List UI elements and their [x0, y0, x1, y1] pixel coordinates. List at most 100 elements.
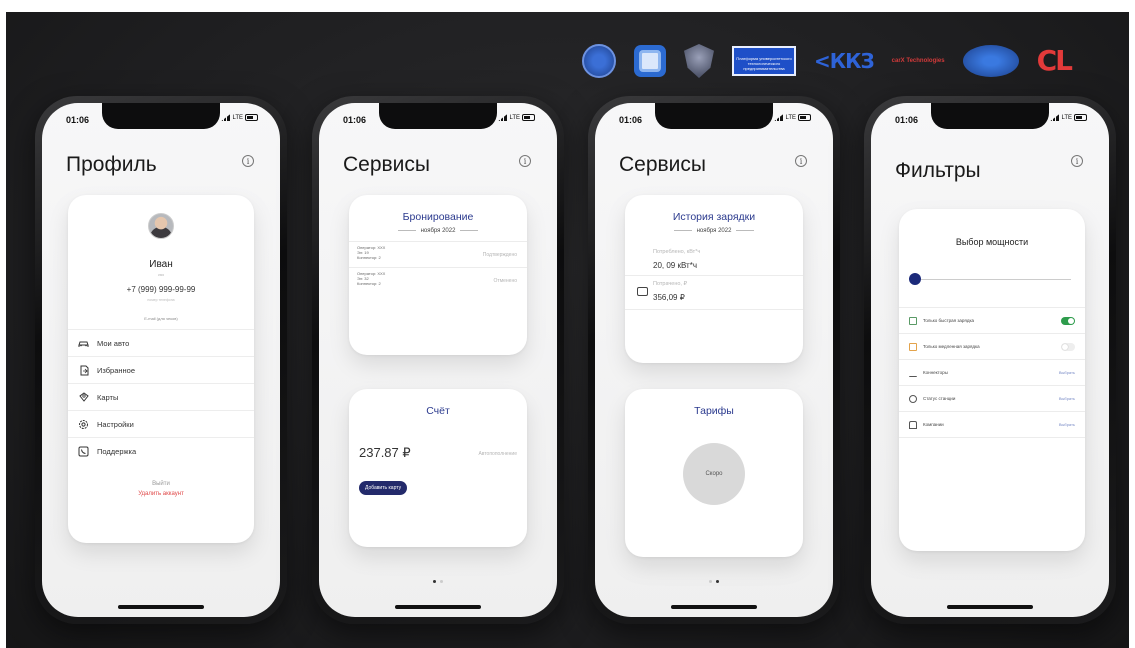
- menu-label: Избранное: [97, 365, 136, 375]
- tariffs-title: Тарифы: [694, 405, 734, 417]
- select-status-button[interactable]: Выбрать: [1059, 396, 1075, 401]
- network-label: LTE: [232, 114, 243, 121]
- status-indicators: LTE: [498, 114, 535, 121]
- filter-connectors[interactable]: Коннекторы Выбрать: [899, 359, 1085, 385]
- menu-item-favorites[interactable]: Избранное: [68, 356, 254, 383]
- notch: [379, 103, 497, 129]
- delete-account-button[interactable]: Удалить аккаунт: [68, 491, 254, 497]
- menu-item-cards[interactable]: Карты: [68, 383, 254, 410]
- user-name: Иван: [149, 259, 173, 270]
- booking-status: Подтверждено: [482, 252, 517, 258]
- signal-icon: [221, 114, 231, 121]
- month-selector[interactable]: ноября 2022: [349, 228, 527, 234]
- select-companies-button[interactable]: Выбрать: [1059, 422, 1075, 427]
- services-history-screen: 01:06 LTE Сервисы i История зарядки нояб…: [595, 103, 833, 617]
- info-icon[interactable]: i: [242, 155, 254, 167]
- filter-slow-charge[interactable]: Только медленная зарядка: [899, 333, 1085, 359]
- signal-icon: [498, 114, 508, 121]
- filters-screen: 01:06 LTE Фильтры i Выбор мощности Тольк…: [871, 103, 1109, 617]
- account-card: Счёт 237.87 ₽ Автопополнение Добавить ка…: [349, 389, 527, 547]
- logout-button[interactable]: Выйти: [68, 481, 254, 487]
- notch: [931, 103, 1049, 129]
- menu-item-settings[interactable]: Настройки: [68, 410, 254, 437]
- filter-fast-charge[interactable]: Только быстрая зарядка: [899, 307, 1085, 333]
- page-title: Профиль: [66, 153, 157, 176]
- filter-companies[interactable]: Компании Выбрать: [899, 411, 1085, 437]
- slow-charge-toggle[interactable]: [1061, 342, 1075, 351]
- filter-station-status[interactable]: Статус станции Выбрать: [899, 385, 1085, 411]
- home-indicator: [118, 605, 204, 609]
- fast-charge-icon: [909, 316, 917, 325]
- menu-item-support[interactable]: Поддержка: [68, 437, 254, 464]
- tech-company-logo: carX Technologies: [891, 58, 945, 64]
- info-icon[interactable]: i: [795, 155, 807, 167]
- divider: [899, 437, 1085, 438]
- power-slider-handle[interactable]: [909, 273, 921, 285]
- page-dot[interactable]: [440, 580, 443, 583]
- partner-logos: Платформа университетского технологическ…: [582, 38, 1073, 84]
- month-selector[interactable]: ноября 2022: [625, 228, 803, 234]
- home-indicator: [671, 605, 757, 609]
- status-time: 01:06: [619, 115, 643, 125]
- status-time: 01:06: [895, 115, 919, 125]
- university-seal-logo: [582, 44, 616, 78]
- page-dot[interactable]: [709, 580, 712, 583]
- account-balance: 237.87 ₽: [359, 445, 411, 460]
- booking-row[interactable]: Оператор: XXX Эл: 19 Коннектор: 2 Подтве…: [349, 241, 527, 267]
- filters-card: Выбор мощности Только быстрая зарядка То…: [899, 209, 1085, 551]
- cl-logo: CL: [1036, 44, 1073, 77]
- page-title: Фильтры: [895, 159, 981, 182]
- menu-label: Карты: [97, 392, 119, 402]
- phone-filters: 01:06 LTE Фильтры i Выбор мощности Тольк…: [864, 96, 1116, 624]
- companies-icon: [909, 420, 917, 429]
- history-card[interactable]: История зарядки ноября 2022 Потреблено, …: [625, 195, 803, 363]
- filter-label: Статус станции: [923, 396, 956, 401]
- booking-card[interactable]: Бронирование ноября 2022 Оператор: XXX Э…: [349, 195, 527, 355]
- status-indicators: LTE: [221, 114, 258, 121]
- card-icon: [78, 392, 89, 403]
- power-slider-track[interactable]: [913, 279, 1071, 280]
- battery-icon: [522, 114, 535, 121]
- page-dot-active[interactable]: [716, 580, 719, 583]
- select-connectors-button[interactable]: Выбрать: [1059, 370, 1075, 375]
- eagle-emblem-logo: [684, 44, 714, 78]
- profile-card: Иван имя +7 (999) 999-99-99 номер телефо…: [68, 195, 254, 543]
- consumed-value: 20, 09 кВт*ч: [653, 261, 697, 270]
- spent-value: 356,09 ₽: [653, 293, 685, 302]
- menu-label: Мои авто: [97, 338, 130, 348]
- booking-row[interactable]: Оператор: XXX Эл: 32 Коннектор: 2 Отмене…: [349, 267, 527, 293]
- divider: [625, 275, 803, 276]
- gear-icon: [78, 419, 89, 430]
- filter-label: Коннекторы: [923, 370, 948, 375]
- tariffs-card[interactable]: Тарифы Скоро: [625, 389, 803, 557]
- info-icon[interactable]: i: [519, 155, 531, 167]
- filter-label: Только быстрая зарядка: [923, 318, 975, 323]
- page-title: Сервисы: [619, 153, 707, 176]
- phone-hint: номер телефона: [147, 298, 175, 302]
- wallet-icon: [637, 287, 648, 296]
- connector-icon: [909, 369, 917, 377]
- kkz-logo-text: ККЗ: [829, 49, 875, 73]
- email-field[interactable]: E-mail (для чеков): [68, 316, 254, 321]
- profile-menu: Мои авто Избранное Карты Настройки Подде…: [68, 329, 254, 464]
- page-dot-active[interactable]: [433, 580, 436, 583]
- avatar[interactable]: [148, 213, 174, 239]
- menu-label: Настройки: [97, 419, 134, 429]
- fast-charge-toggle[interactable]: [1061, 316, 1075, 325]
- page-indicator[interactable]: [709, 580, 719, 583]
- page-indicator[interactable]: [433, 580, 443, 583]
- autopay-toggle[interactable]: Автопополнение: [478, 451, 517, 457]
- car-icon: [78, 338, 89, 349]
- battery-icon: [798, 114, 811, 121]
- phone-icon: [78, 446, 89, 457]
- signal-icon: [1050, 114, 1060, 121]
- filter-label: Компании: [923, 422, 944, 427]
- info-icon[interactable]: i: [1071, 155, 1083, 167]
- phone-profile: 01:06 LTE Профиль i Иван имя +7 (999) 99…: [35, 96, 287, 624]
- signal-icon: [774, 114, 784, 121]
- menu-item-my-cars[interactable]: Мои авто: [68, 329, 254, 356]
- add-card-button[interactable]: Добавить карту: [359, 481, 408, 495]
- consumed-label: Потреблено, кВт*ч: [653, 249, 701, 255]
- coming-soon-badge: Скоро: [683, 443, 745, 505]
- booking-title: Бронирование: [402, 211, 474, 223]
